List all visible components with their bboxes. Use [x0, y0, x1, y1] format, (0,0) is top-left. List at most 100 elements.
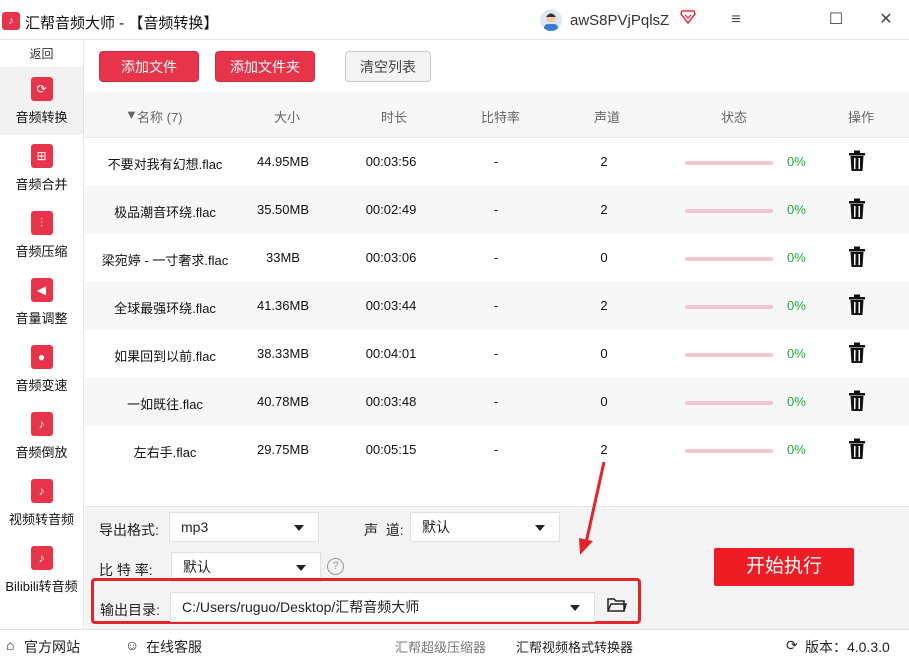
- column-name[interactable]: 名称 (7): [137, 107, 183, 126]
- table-row[interactable]: 如果回到以前.flac 38.33MB 00:04:01 - 0 0%: [85, 330, 909, 378]
- file-name-cell: 梁宛婷 - 一寸奢求.flac: [101, 253, 229, 268]
- audio-merge-icon: ⊞: [30, 144, 53, 168]
- output-dir-value: C:/Users/ruguo/Desktop/汇帮音频大师: [182, 599, 420, 615]
- progress-percent: 0%: [787, 250, 806, 265]
- file-bitrate-cell: -: [493, 154, 499, 169]
- progress-bar: [685, 305, 773, 309]
- file-size-cell: 40.78MB: [256, 394, 310, 409]
- add-folder-button[interactable]: 添加文件夹: [215, 51, 315, 82]
- trash-icon[interactable]: [848, 150, 868, 174]
- vip-diamond-icon[interactable]: [680, 10, 696, 28]
- file-name-cell: 一如既往.flac: [127, 397, 203, 412]
- trash-icon[interactable]: [848, 246, 868, 270]
- file-channels-cell: 0: [600, 346, 608, 361]
- table-row[interactable]: 极品潮音环绕.flac 35.50MB 00:02:49 - 2 0%: [85, 186, 909, 234]
- trash-icon[interactable]: [848, 198, 868, 222]
- file-duration-cell: 00:03:48: [365, 394, 417, 409]
- file-size-cell: 29.75MB: [256, 442, 310, 457]
- file-name-cell: 不要对我有幻想.flac: [107, 157, 223, 172]
- help-icon[interactable]: ?: [327, 558, 344, 575]
- start-button[interactable]: 开始执行: [714, 548, 854, 586]
- chevron-down-icon: [294, 525, 304, 531]
- sidebar-item-bilibili[interactable]: ♪ Bilibili转音频: [0, 537, 83, 604]
- sidebar-item-volume[interactable]: ◀ 音量调整: [0, 269, 83, 336]
- file-size-cell: 44.95MB: [256, 154, 310, 169]
- window-title: 汇帮音频大师 - 【音频转换】: [25, 12, 218, 33]
- file-channels-cell: 2: [600, 154, 608, 169]
- music-note-icon: ♪: [30, 479, 53, 503]
- support-icon[interactable]: ☺: [125, 637, 139, 653]
- trash-icon[interactable]: [848, 342, 868, 366]
- sidebar-item-audio-convert[interactable]: ⟳ 音频转换: [0, 68, 83, 135]
- progress-bar: [685, 449, 773, 453]
- format-select[interactable]: mp3: [169, 512, 319, 542]
- sidebar-item-audio-merge[interactable]: ⊞ 音频合并: [0, 135, 83, 202]
- file-bitrate-cell: -: [493, 250, 499, 265]
- audio-convert-icon: ⟳: [30, 77, 53, 101]
- trash-icon[interactable]: [848, 438, 868, 462]
- folder-open-icon[interactable]: [607, 596, 627, 617]
- compressor-link[interactable]: 汇帮超级压缩器: [395, 637, 486, 656]
- column-status: 状态: [721, 110, 748, 125]
- add-file-button[interactable]: 添加文件: [99, 51, 199, 82]
- app-logo-icon: ♪: [2, 12, 20, 30]
- avatar[interactable]: [540, 9, 562, 31]
- home-icon[interactable]: ⌂: [6, 637, 14, 653]
- sidebar-item-label: 视频转音频: [8, 512, 74, 527]
- file-name-cell: 极品潮音环绕.flac: [114, 205, 216, 220]
- back-button[interactable]: 返回: [0, 40, 83, 68]
- file-bitrate-cell: -: [493, 202, 499, 217]
- format-value: mp3: [181, 519, 209, 535]
- channel-select[interactable]: 默认: [410, 512, 560, 542]
- bitrate-label: 比 特 率:: [99, 562, 153, 578]
- video-converter-link[interactable]: 汇帮视频格式转换器: [516, 637, 633, 656]
- toolbar: 添加文件 添加文件夹 清空列表: [85, 40, 909, 92]
- table-row[interactable]: 左右手.flac 29.75MB 00:05:15 - 2 0%: [85, 426, 909, 474]
- trash-icon[interactable]: [848, 390, 868, 414]
- sidebar-item-speed[interactable]: ● 音频变速: [0, 336, 83, 403]
- sidebar-item-video-to-audio[interactable]: ♪ 视频转音频: [0, 470, 83, 537]
- file-channels-cell: 0: [600, 394, 608, 409]
- sidebar-item-label: 音频转换: [15, 110, 68, 125]
- file-size-cell: 33MB: [266, 250, 300, 265]
- bottom-bar: ⌂ 官方网站 ☺ 在线客服 汇帮超级压缩器 汇帮视频格式转换器 ⟳ 版本：4.0…: [0, 629, 909, 661]
- progress-bar: [685, 401, 773, 405]
- microphone-icon: ●: [30, 345, 53, 369]
- table-row[interactable]: 一如既往.flac 40.78MB 00:03:48 - 0 0%: [85, 378, 909, 426]
- file-duration-cell: 00:04:01: [365, 346, 417, 361]
- progress-bar: [685, 209, 773, 213]
- sidebar-item-reverse[interactable]: ♪ 音频倒放: [0, 403, 83, 470]
- output-dir-select[interactable]: C:/Users/ruguo/Desktop/汇帮音频大师: [170, 592, 595, 622]
- user-name[interactable]: awS8PVjPqlsZ: [570, 12, 669, 29]
- file-name-cell: 左右手.flac: [133, 445, 197, 460]
- trash-icon[interactable]: [848, 294, 868, 318]
- column-channels: 声道: [594, 110, 621, 125]
- column-bitrate: 比特率: [481, 110, 521, 125]
- website-link[interactable]: 官方网站: [24, 637, 80, 657]
- settings-panel: 导出格式: mp3 声 道: 默认 比 特 率: 默认 ? 输出目录: C:/U…: [85, 506, 909, 629]
- table-row[interactable]: 全球最强环绕.flac 41.36MB 00:03:44 - 2 0%: [85, 282, 909, 330]
- table-row[interactable]: 不要对我有幻想.flac 44.95MB 00:03:56 - 2 0%: [85, 138, 909, 186]
- column-size: 大小: [274, 110, 301, 125]
- file-size-cell: 38.33MB: [256, 346, 310, 361]
- progress-bar: [685, 353, 773, 357]
- clear-list-button[interactable]: 清空列表: [345, 51, 431, 82]
- file-channels-cell: 2: [600, 298, 608, 313]
- menu-icon[interactable]: ≡: [726, 10, 746, 30]
- music-note-icon: ♪: [30, 546, 53, 570]
- channel-label: 声 道:: [364, 522, 404, 538]
- file-size-cell: 41.36MB: [256, 298, 310, 313]
- sidebar-item-audio-compress[interactable]: ⫶ 音频压缩: [0, 202, 83, 269]
- maximize-icon[interactable]: ☐: [826, 10, 846, 30]
- format-label: 导出格式:: [99, 522, 159, 538]
- refresh-icon[interactable]: ⟳: [786, 637, 798, 654]
- file-bitrate-cell: -: [493, 442, 499, 457]
- support-link[interactable]: 在线客服: [146, 637, 202, 657]
- file-channels-cell: 0: [600, 250, 608, 265]
- file-channels-cell: 2: [600, 202, 608, 217]
- sort-arrow-icon[interactable]: ▼: [125, 107, 138, 122]
- close-icon[interactable]: ✕: [876, 10, 896, 30]
- sidebar-item-label: Bilibili转音频: [5, 579, 78, 594]
- progress-percent: 0%: [787, 394, 806, 409]
- table-row[interactable]: 梁宛婷 - 一寸奢求.flac 33MB 00:03:06 - 0 0%: [85, 234, 909, 282]
